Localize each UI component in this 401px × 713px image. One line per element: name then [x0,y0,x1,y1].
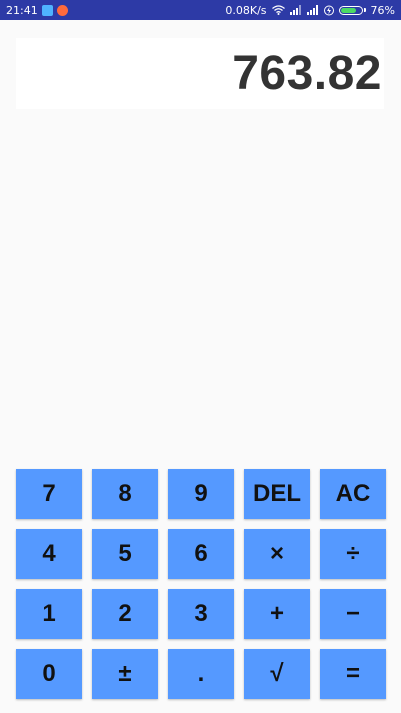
key-1[interactable]: 1 [16,589,82,639]
status-bar: 21:41 0.08K/s 76% [0,0,401,20]
key-equals[interactable]: = [320,649,386,699]
key-7[interactable]: 7 [16,469,82,519]
key-square-root[interactable]: √ [244,649,310,699]
key-8[interactable]: 8 [92,469,158,519]
key-plus-minus[interactable]: ± [92,649,158,699]
key-5[interactable]: 5 [92,529,158,579]
app-notification-icon [41,4,53,16]
network-speed: 0.08K/s [225,3,267,17]
battery-level [340,7,356,13]
key-add[interactable]: + [244,589,310,639]
battery-body [338,5,363,15]
status-right: 0.08K/s 76% [225,4,395,17]
key-0[interactable]: 0 [16,649,82,699]
key-delete[interactable]: DEL [244,469,310,519]
key-multiply[interactable]: × [244,529,310,579]
keypad: 7 8 9 DEL AC 4 5 6 × ÷ 1 2 3 + − 0 ±. √ = [16,469,386,699]
signal-icon [289,5,301,15]
result-display: 763.82 [16,38,384,109]
status-left: 21:41 [6,4,68,17]
key-6[interactable]: 6 [168,529,234,579]
app-notification-icon [56,4,68,16]
battery-percent: 76% [370,3,395,17]
charging-icon [323,5,334,15]
key-2[interactable]: 2 [92,589,158,639]
key-divide[interactable]: ÷ [320,529,386,579]
signal-icon [306,5,318,15]
key-3[interactable]: 3 [168,589,234,639]
key-subtract[interactable]: − [320,589,386,639]
key-decimal[interactable]: . [168,649,234,699]
battery-tip [363,8,366,12]
key-4[interactable]: 4 [16,529,82,579]
battery-icon [338,5,366,15]
key-all-clear[interactable]: AC [320,469,386,519]
wifi-icon [271,5,285,15]
status-time: 21:41 [6,3,38,17]
key-9[interactable]: 9 [168,469,234,519]
display-value: 763.82 [232,47,382,100]
